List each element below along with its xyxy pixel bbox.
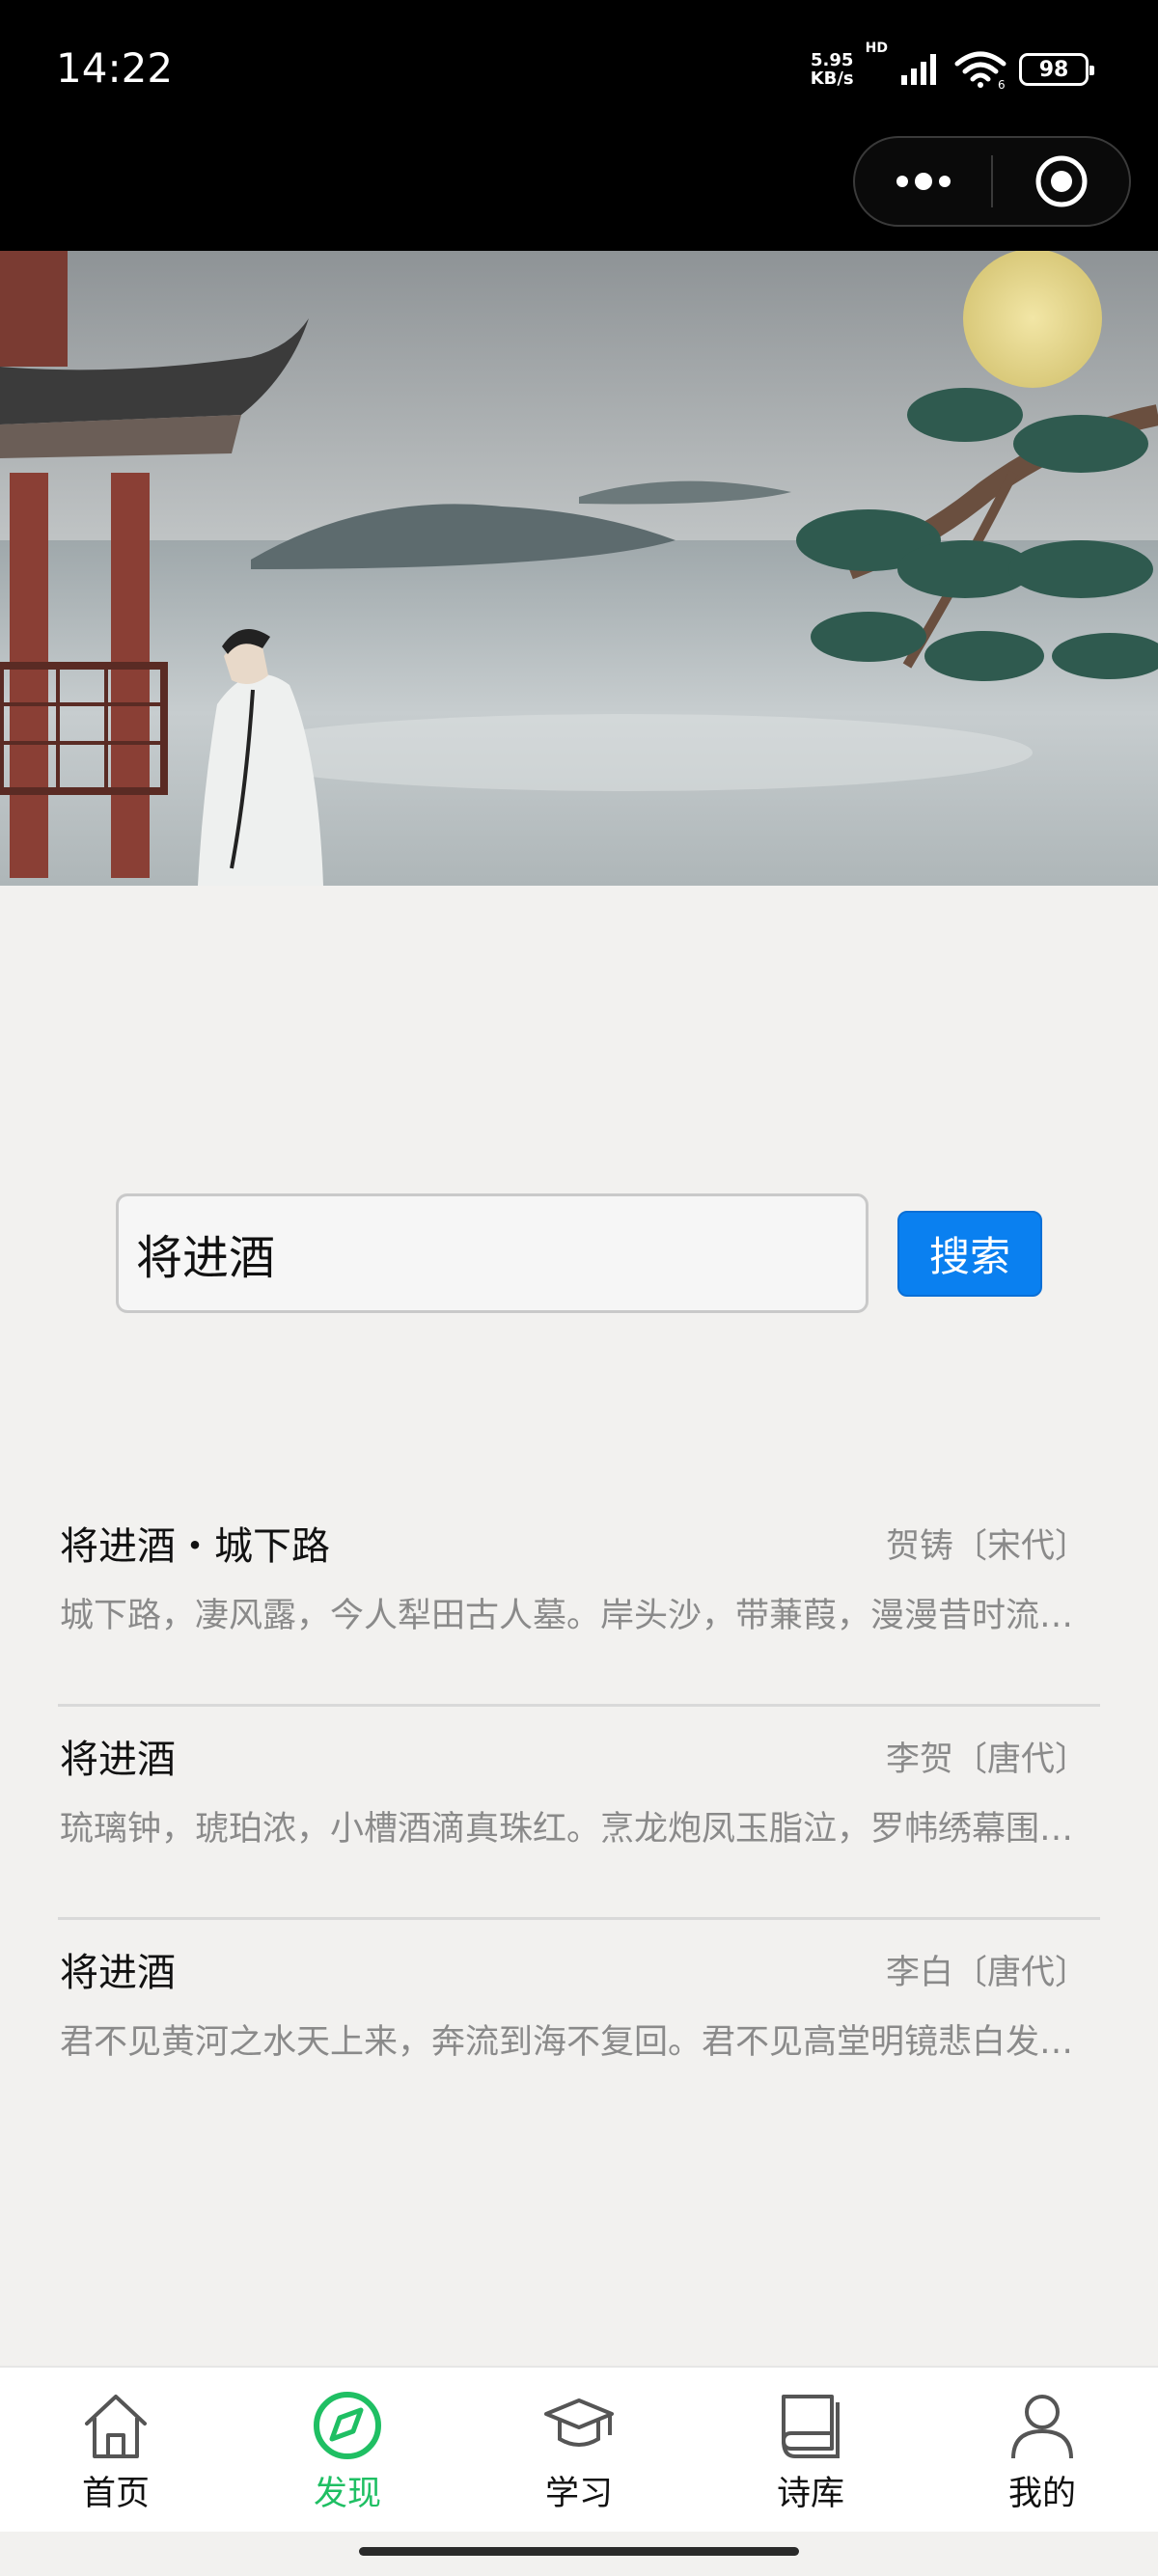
battery-level: 98	[1038, 57, 1069, 82]
tab-profile[interactable]: 我的	[926, 2368, 1158, 2532]
tab-label: 我的	[1007, 2475, 1076, 2513]
battery-indicator: 98	[1019, 53, 1094, 86]
poem-excerpt: 城下路，凄风露，今人犁田古人墓。岸头沙，带蒹葭，漫漫昔时流水…	[60, 1597, 1075, 1635]
user-icon	[1011, 2395, 1073, 2459]
network-speed-value: 5.95	[810, 50, 854, 70]
tab-poetry-library[interactable]: 诗库	[695, 2368, 926, 2532]
poem-title: 将进酒	[60, 1738, 176, 1782]
compass-icon	[314, 2392, 381, 2459]
poem-excerpt: 琉璃钟，琥珀浓，小槽酒滴真珠红。烹龙炮凤玉脂泣，罗帏绣幕围香…	[60, 1810, 1075, 1849]
landscape-illustration	[0, 251, 1158, 886]
svg-text:6: 6	[998, 78, 1006, 89]
status-time: 14:22	[56, 44, 174, 92]
tab-label: 发现	[313, 2475, 381, 2513]
more-dots-icon	[896, 173, 951, 190]
hd-indicator: HD	[865, 41, 888, 56]
home-icon	[85, 2395, 147, 2458]
list-item[interactable]: 将进酒 李贺〔唐代〕 琉璃钟，琥珀浓，小槽酒滴真珠红。烹龙炮凤玉脂泣，罗帏绣幕围…	[58, 1707, 1100, 1920]
search-input[interactable]	[116, 1193, 868, 1313]
poem-title: 将进酒・城下路	[60, 1524, 330, 1569]
book-icon	[782, 2395, 840, 2458]
close-button[interactable]	[993, 138, 1129, 225]
banner-image	[0, 251, 1158, 886]
graduation-cap-icon	[544, 2398, 614, 2447]
home-indicator[interactable]	[359, 2547, 799, 2556]
bottom-tab-bar: 首页 发现 学习 诗库 我的	[0, 2366, 1158, 2532]
signal-icon	[901, 54, 936, 85]
search-results-list: 将进酒・城下路 贺铸〔宋代〕 城下路，凄风露，今人犁田古人墓。岸头沙，带蒹葭，漫…	[58, 1494, 1100, 2133]
tab-home[interactable]: 首页	[0, 2368, 232, 2532]
tab-discover[interactable]: 发现	[232, 2368, 463, 2532]
search-button[interactable]: 搜索	[897, 1211, 1042, 1297]
poem-author: 贺铸〔宋代〕	[885, 1527, 1089, 1566]
list-item[interactable]: 将进酒・城下路 贺铸〔宋代〕 城下路，凄风露，今人犁田古人墓。岸头沙，带蒹葭，漫…	[58, 1494, 1100, 1707]
poem-title: 将进酒	[60, 1951, 176, 1995]
poem-author: 李贺〔唐代〕	[885, 1740, 1089, 1779]
tab-study[interactable]: 学习	[463, 2368, 695, 2532]
wifi-icon: 6	[954, 51, 1006, 89]
poem-excerpt: 君不见黄河之水天上来，奔流到海不复回。君不见高堂明镜悲白发，…	[60, 2023, 1075, 2062]
mini-program-capsule	[853, 136, 1131, 227]
tab-label: 诗库	[776, 2475, 844, 2513]
list-item[interactable]: 将进酒 李白〔唐代〕 君不见黄河之水天上来，奔流到海不复回。君不见高堂明镜悲白发…	[58, 1920, 1100, 2133]
poem-author: 李白〔唐代〕	[885, 1954, 1089, 1992]
more-button[interactable]	[855, 138, 991, 225]
top-bar: 14:22 5.95 KB/s HD 6 98	[0, 0, 1158, 251]
search-button-label: 搜索	[928, 1233, 1010, 1280]
network-speed-unit: KB/s	[810, 69, 854, 89]
status-icons: 5.95 KB/s HD 6 98	[811, 41, 1094, 93]
network-speed: 5.95 KB/s	[811, 51, 854, 88]
target-icon	[1035, 155, 1087, 207]
tab-label: 首页	[81, 2475, 150, 2513]
tab-label: 学习	[544, 2475, 613, 2513]
